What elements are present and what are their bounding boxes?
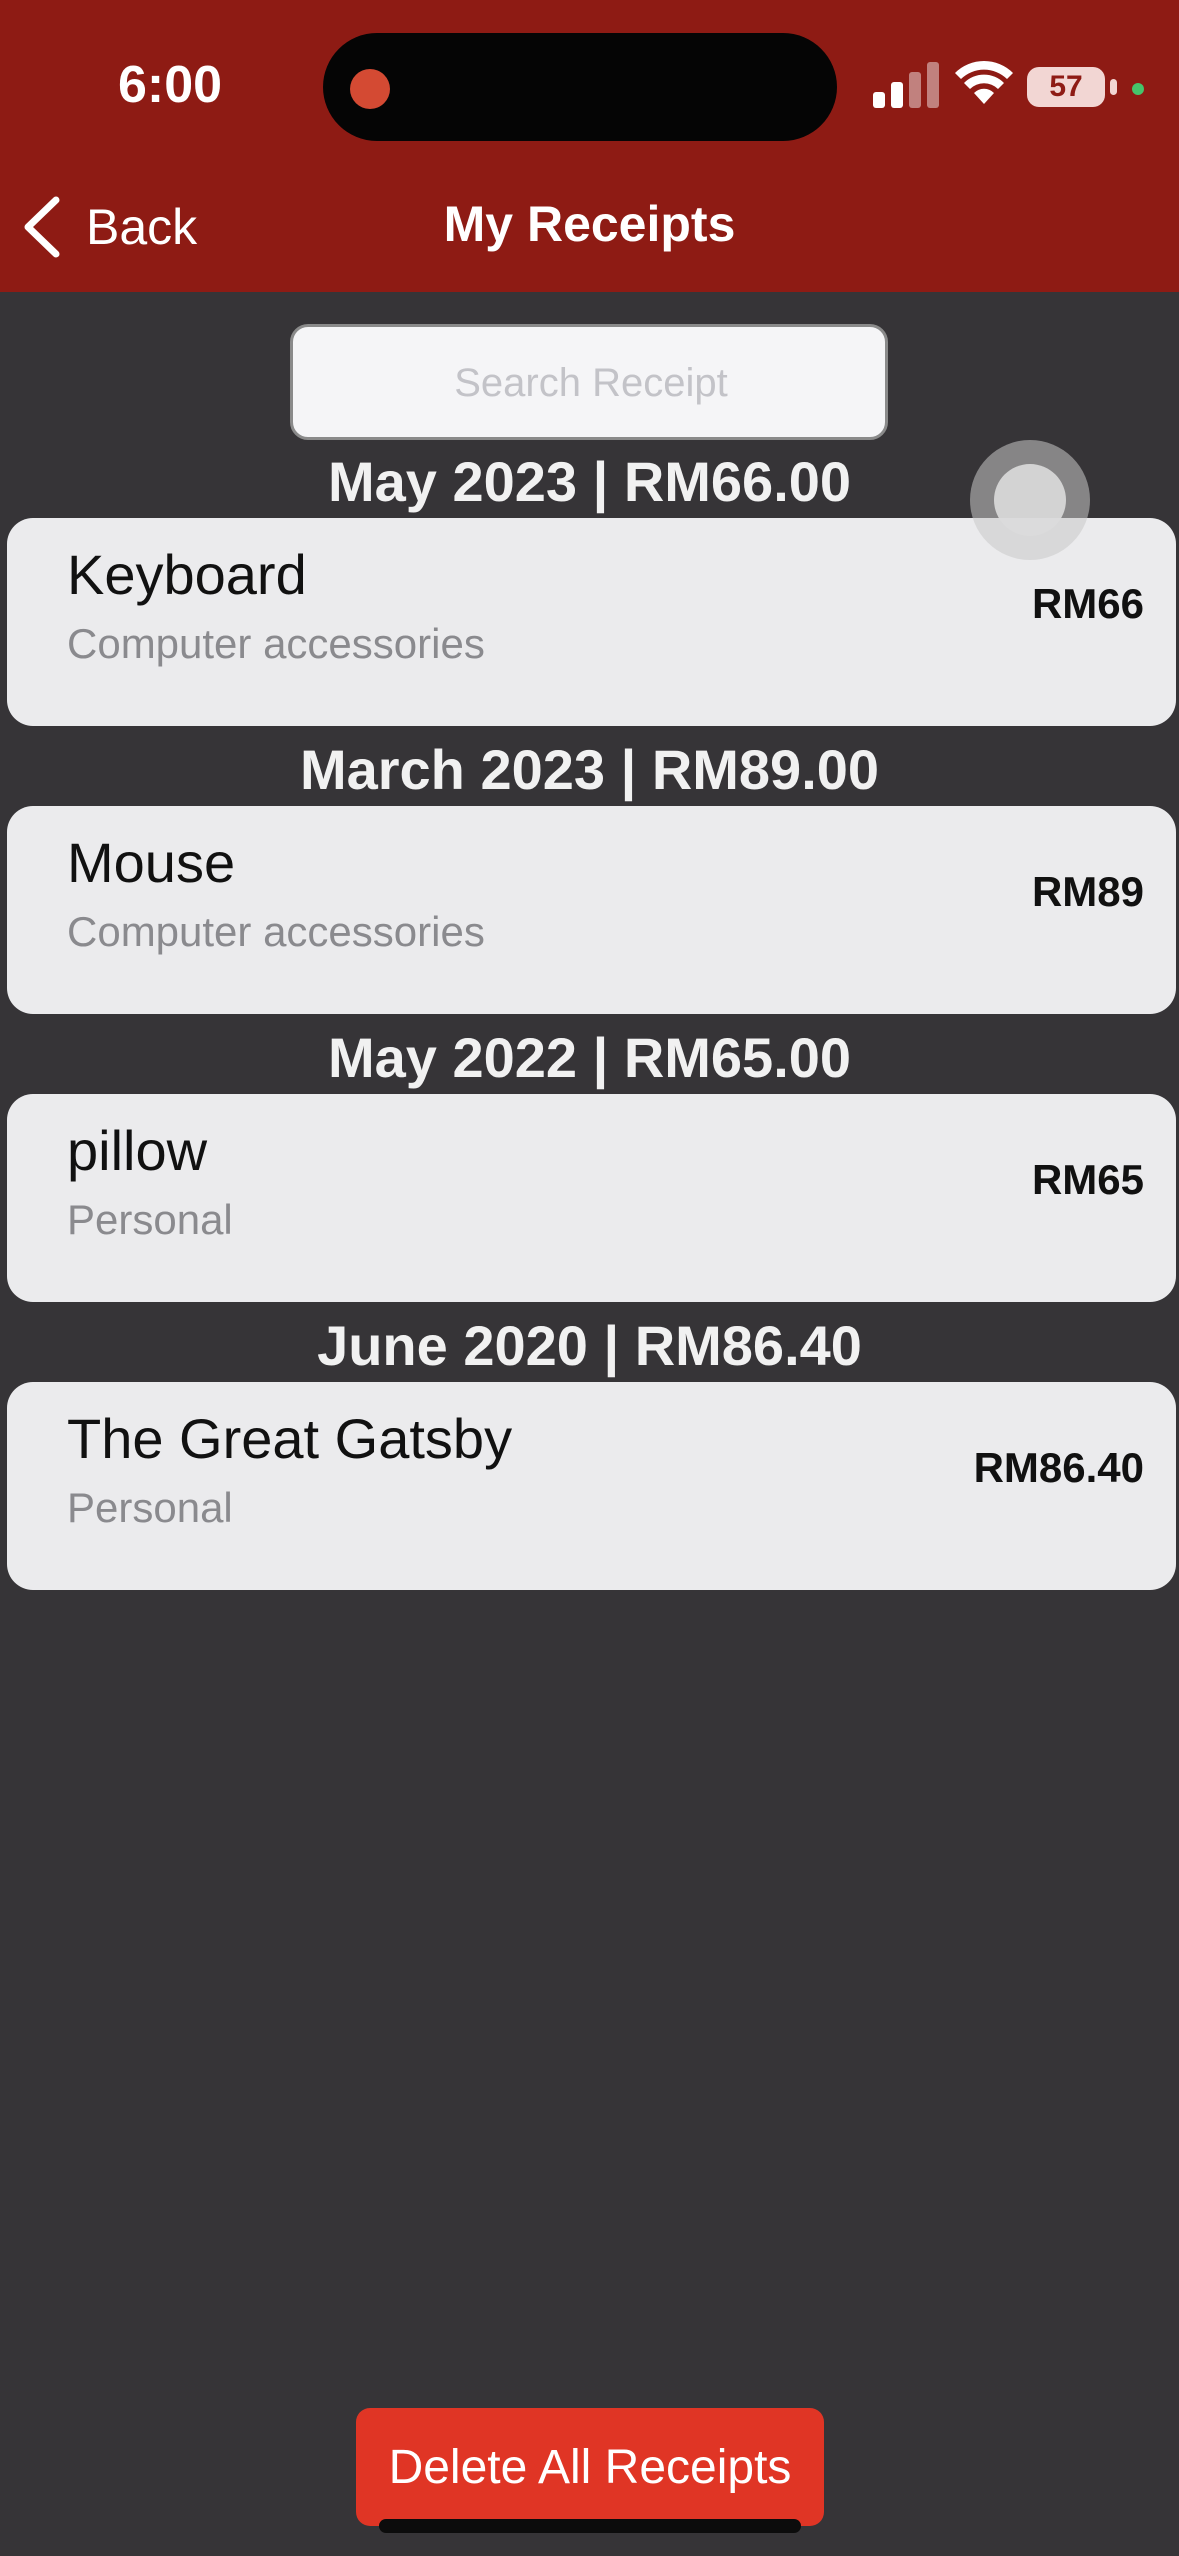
receipt-category: Personal: [67, 1484, 233, 1531]
recording-indicator-icon: [350, 69, 390, 109]
touch-indicator: [970, 440, 1090, 560]
receipt-name: Mouse: [67, 831, 236, 894]
delete-all-receipts-button[interactable]: Delete All Receipts: [356, 2408, 824, 2526]
receipt-name: The Great Gatsby: [67, 1407, 513, 1470]
section-header: March 2023 | RM89.00: [299, 738, 880, 801]
section-header: June 2020 | RM86.40: [317, 1314, 862, 1377]
status-time: 6:00: [118, 56, 223, 114]
search-field[interactable]: [290, 324, 889, 440]
receipt-card[interactable]: Mouse Computer accessories RM89: [7, 806, 1176, 1014]
receipt-amount: RM89: [1031, 868, 1144, 915]
battery-cap: [1110, 79, 1117, 95]
cellular-signal-icon: [873, 60, 941, 108]
battery-icon: 57: [1027, 67, 1105, 107]
search-input[interactable]: [293, 327, 889, 439]
receipt-category: Personal: [67, 1196, 233, 1243]
wifi-icon: [955, 60, 1013, 104]
receipt-name: pillow: [67, 1119, 208, 1182]
section-header: May 2022 | RM65.00: [327, 1026, 852, 1089]
nav-header: 6:00 57 Back My Receipts: [0, 0, 1179, 292]
page-title: My Receipts: [443, 196, 736, 252]
receipt-category: Computer accessories: [67, 620, 485, 667]
receipt-name: Keyboard: [67, 543, 307, 606]
receipt-category: Computer accessories: [67, 908, 485, 955]
receipt-card[interactable]: pillow Personal RM65: [7, 1094, 1176, 1302]
receipt-card[interactable]: The Great Gatsby Personal RM86.40: [7, 1382, 1176, 1590]
dynamic-island: [323, 33, 837, 141]
home-indicator[interactable]: [379, 2519, 801, 2533]
camera-in-use-indicator-icon: [1132, 83, 1144, 95]
receipt-amount: RM66: [1031, 580, 1144, 627]
receipt-amount: RM86.40: [973, 1444, 1144, 1491]
receipt-amount: RM65: [1031, 1156, 1144, 1203]
